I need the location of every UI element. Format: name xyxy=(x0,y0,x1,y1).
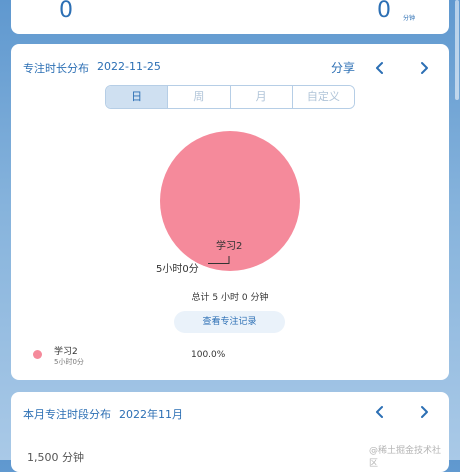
tab-week[interactable]: 周 xyxy=(168,86,231,108)
monthly-distribution-card: 本月专注时段分布 2022年11月 1,500 分钟 @稀土掘金技术社区 xyxy=(11,392,449,472)
total-duration: 总计 5 小时 0 分钟 xyxy=(191,293,269,303)
focus-distribution-card: 专注时长分布 2022-11-25 分享 日 周 月 自定义 学习2 5小时0分… xyxy=(11,44,449,380)
date-label: 2022-11-25 xyxy=(97,60,161,73)
period-tabs: 日 周 月 自定义 xyxy=(105,85,355,109)
pie-leader-line xyxy=(208,256,230,264)
month-label: 2022年11月 xyxy=(119,408,183,421)
legend-item-name: 学习2 xyxy=(54,347,78,357)
legend-item-percent: 100.0% xyxy=(191,350,226,360)
stats-card: 0 0 分钟 xyxy=(11,0,449,34)
stat-left-value: 0 xyxy=(59,0,73,23)
tab-custom[interactable]: 自定义 xyxy=(292,86,354,108)
stat-right-value: 0 xyxy=(377,0,391,23)
pie-value-label: 5小时0分 xyxy=(156,264,199,275)
chevron-right-icon[interactable] xyxy=(417,404,431,418)
page-scrollbar[interactable] xyxy=(455,0,459,100)
card-title: 专注时长分布 xyxy=(23,62,89,75)
chevron-left-icon[interactable] xyxy=(373,404,387,418)
tab-month[interactable]: 月 xyxy=(230,86,293,108)
view-focus-records-button[interactable]: 查看专注记录 xyxy=(174,311,285,333)
legend-item-duration: 5小时0分 xyxy=(54,358,84,366)
stat-right-unit: 分钟 xyxy=(403,15,416,22)
watermark: @稀土掘金技术社区 xyxy=(369,446,442,469)
chevron-left-icon[interactable] xyxy=(373,60,387,74)
card-title: 本月专注时段分布 xyxy=(23,408,111,421)
share-button[interactable]: 分享 xyxy=(331,59,355,76)
chevron-right-icon[interactable] xyxy=(417,60,431,74)
pie-slice-label: 学习2 xyxy=(216,241,243,252)
legend-color-dot xyxy=(33,350,42,359)
y-axis-label: 1,500 分钟 xyxy=(27,451,84,464)
tab-day[interactable]: 日 xyxy=(106,86,169,108)
